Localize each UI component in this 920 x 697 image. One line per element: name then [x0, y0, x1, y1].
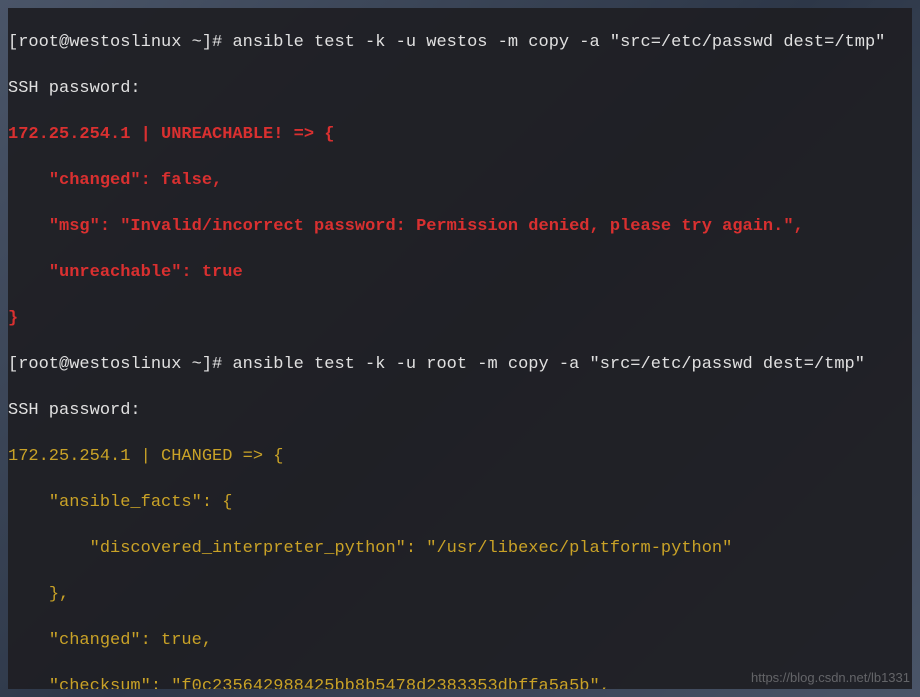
terminal-window[interactable]: [root@westoslinux ~]# ansible test -k -u…	[8, 8, 912, 689]
ansible-facts-open: "ansible_facts": {	[8, 491, 912, 514]
error-unreachable: "unreachable": true	[8, 261, 912, 284]
prompt-line-1: [root@westoslinux ~]# ansible test -k -u…	[8, 31, 912, 54]
error-msg: "msg": "Invalid/incorrect password: Perm…	[8, 215, 912, 238]
ssh-password-prompt-2: SSH password:	[8, 399, 912, 422]
error-changed: "changed": false,	[8, 169, 912, 192]
error-header: 172.25.254.1 | UNREACHABLE! => {	[8, 123, 912, 146]
success-header: 172.25.254.1 | CHANGED => {	[8, 445, 912, 468]
changed-line: "changed": true,	[8, 629, 912, 652]
shell-prompt: [root@westoslinux ~]#	[8, 33, 232, 52]
ansible-facts-close: },	[8, 583, 912, 606]
watermark-text: https://blog.csdn.net/lb1331	[751, 666, 910, 689]
interpreter-line: "discovered_interpreter_python": "/usr/l…	[8, 537, 912, 560]
command-text: ansible test -k -u root -m copy -a "src=…	[232, 355, 865, 374]
error-close: }	[8, 307, 912, 330]
command-text: ansible test -k -u westos -m copy -a "sr…	[232, 33, 885, 52]
ssh-password-prompt: SSH password:	[8, 77, 912, 100]
prompt-line-2: [root@westoslinux ~]# ansible test -k -u…	[8, 353, 912, 376]
shell-prompt: [root@westoslinux ~]#	[8, 355, 232, 374]
